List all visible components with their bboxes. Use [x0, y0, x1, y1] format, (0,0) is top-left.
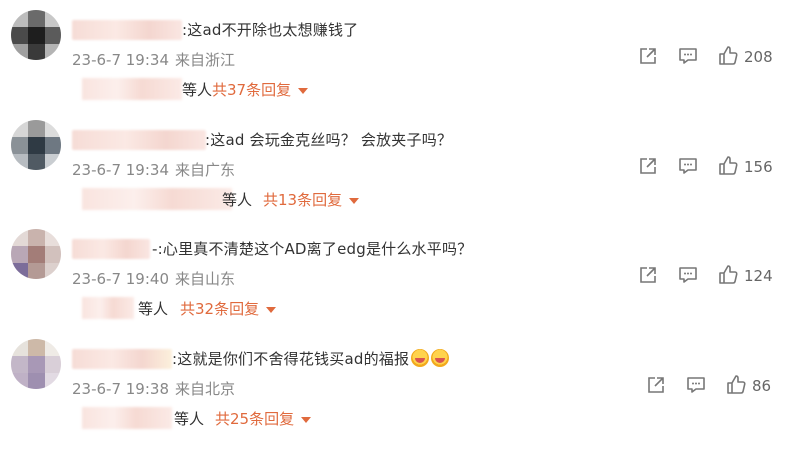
share-icon[interactable]: [636, 44, 660, 68]
thumbs-up-icon[interactable]: [716, 263, 740, 287]
comment-date: 23-6-7 19:38: [72, 380, 169, 398]
comment-item: :这就是你们不舍得花钱买ad的福报 23-6-7 19:38 来自北京 86 等人…: [0, 329, 798, 441]
replies-total: 共13条回复: [263, 191, 343, 209]
chevron-down-icon: [266, 306, 277, 313]
comment-location: 来自北京: [175, 380, 236, 398]
avatar[interactable]: [11, 10, 61, 60]
replies-tail: 等人: [182, 81, 213, 99]
crying-face-emoji-icon: [431, 349, 450, 367]
comment-meta: 23-6-7 19:34 来自广东: [72, 159, 235, 180]
replier-names-blurred: [82, 188, 232, 210]
comment-icon[interactable]: [676, 44, 700, 68]
comment-icon[interactable]: [676, 263, 700, 287]
like-count: 208: [744, 48, 773, 66]
chevron-down-icon: [298, 87, 309, 94]
share-icon[interactable]: [636, 263, 660, 287]
view-replies-link[interactable]: 共32条回复: [180, 298, 277, 319]
comment-date: 23-6-7 19:34: [72, 161, 169, 179]
replies-tail: 等人: [174, 410, 205, 428]
comment-location: 来自浙江: [175, 51, 236, 69]
view-replies-link[interactable]: 共25条回复: [215, 408, 312, 429]
like-count: 86: [752, 377, 772, 395]
share-icon[interactable]: [636, 154, 660, 178]
replies-tail: 等人: [222, 191, 253, 209]
comment-icon[interactable]: [676, 154, 700, 178]
comment-text: :这ad不开除也太想赚钱了: [182, 21, 359, 39]
comment-location: 来自广东: [175, 161, 236, 179]
username-blurred[interactable]: [72, 239, 150, 259]
thumbs-up-icon[interactable]: [716, 154, 740, 178]
chevron-down-icon: [349, 197, 360, 204]
thumbs-up-icon[interactable]: [716, 44, 740, 68]
comment-item: :这ad不开除也太想赚钱了 23-6-7 19:34 来自浙江 208 等人 共3…: [0, 0, 798, 112]
like-count: 124: [744, 267, 773, 285]
comment-text: :这就是你们不舍得花钱买ad的福报: [172, 348, 450, 369]
username-blurred[interactable]: [72, 130, 206, 150]
username-blurred[interactable]: [72, 349, 172, 369]
view-replies-link[interactable]: 共13条回复: [263, 189, 360, 210]
comment-meta: 23-6-7 19:40 来自山东: [72, 268, 235, 289]
comment-item: -:心里真不清楚这个AD离了edg是什么水平吗？ 23-6-7 19:40 来自山…: [0, 219, 798, 331]
replies-total: 共37条回复: [212, 81, 292, 99]
share-icon[interactable]: [644, 373, 668, 397]
comment-meta: 23-6-7 19:34 来自浙江: [72, 49, 235, 70]
username-blurred[interactable]: [72, 20, 182, 40]
replies-total: 共25条回复: [215, 410, 295, 428]
comment-text: :这ad 会玩金克丝吗？ 会放夹子吗？: [205, 131, 453, 149]
replier-names-blurred: [82, 407, 172, 429]
view-replies-link[interactable]: 共37条回复: [212, 79, 309, 100]
comment-icon[interactable]: [684, 373, 708, 397]
thumbs-up-icon[interactable]: [724, 373, 748, 397]
replies-total: 共32条回复: [180, 300, 260, 318]
chevron-down-icon: [301, 416, 312, 423]
comment-text-body: :这就是你们不舍得花钱买ad的福报: [172, 350, 410, 368]
avatar[interactable]: [11, 229, 61, 279]
avatar[interactable]: [11, 339, 61, 389]
comment-date: 23-6-7 19:34: [72, 51, 169, 69]
replier-names-blurred: [82, 297, 134, 319]
avatar[interactable]: [11, 120, 61, 170]
comment-item: :这ad 会玩金克丝吗？ 会放夹子吗？ 23-6-7 19:34 来自广东 156…: [0, 110, 798, 222]
like-count: 156: [744, 158, 773, 176]
replier-names-blurred: [82, 78, 182, 100]
replies-tail: 等人: [138, 300, 169, 318]
crying-face-emoji-icon: [411, 349, 430, 367]
comment-text: -:心里真不清楚这个AD离了edg是什么水平吗？: [152, 240, 473, 258]
comment-location: 来自山东: [175, 270, 236, 288]
comment-date: 23-6-7 19:40: [72, 270, 169, 288]
comment-meta: 23-6-7 19:38 来自北京: [72, 378, 235, 399]
